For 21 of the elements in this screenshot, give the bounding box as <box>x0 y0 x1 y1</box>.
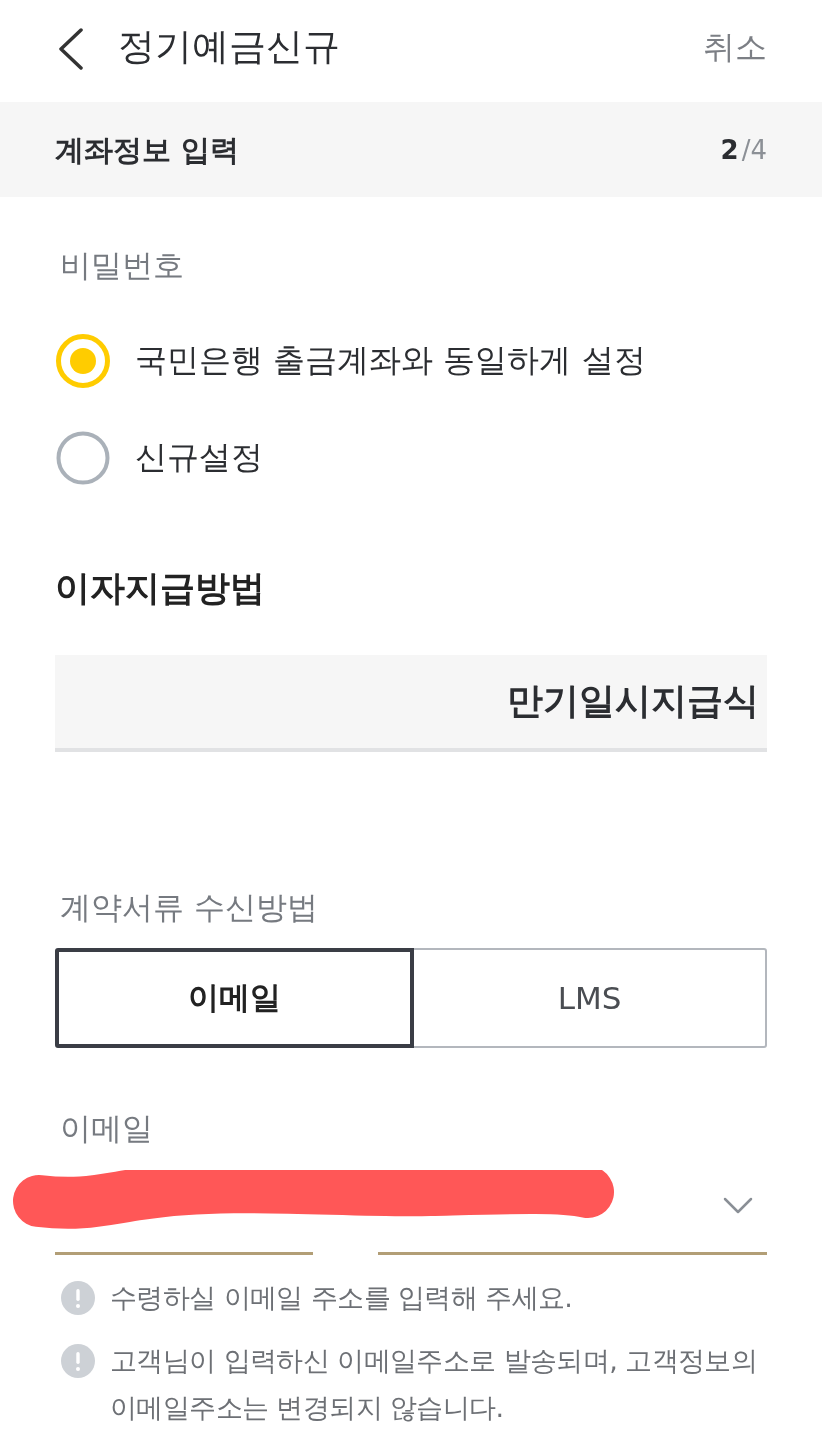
section-label: 비밀번호 <box>59 246 184 285</box>
section-heading: 이자지급방법 <box>55 567 265 610</box>
segment-tab[interactable]: LMS <box>412 948 767 1048</box>
cancel-button[interactable]: 취소 <box>703 26 767 68</box>
radio-option[interactable]: 국민은행 출금계좌와 동일하게 설정 <box>55 326 646 396</box>
chevron-down-icon <box>723 1197 753 1215</box>
help-text: 수령하실 이메일 주소를 입력해 주세요. <box>110 1281 574 1315</box>
interest-method-select[interactable]: 만기일시지급식 <box>55 655 767 752</box>
exclamation-icon <box>61 1344 95 1378</box>
exclamation-icon <box>61 1281 95 1315</box>
field-label: 이메일 <box>59 1109 153 1148</box>
radio-icon[interactable] <box>55 430 111 486</box>
radio-icon[interactable] <box>55 333 111 389</box>
step-counter: 2/4 <box>720 133 767 167</box>
page-title: 정기예금신규 <box>118 24 340 70</box>
segment-tab[interactable]: 이메일 <box>55 948 414 1048</box>
back-icon[interactable] <box>58 28 84 70</box>
step-title: 계좌정보 입력 <box>55 131 240 169</box>
section-label: 계약서류 수신방법 <box>59 888 318 927</box>
help-text: 고객님이 입력하신 이메일주소로 발송되며, 고객정보의 이메일주소는 변경되지 않습니다. <box>110 1344 759 1425</box>
radio-option[interactable]: 신규설정 <box>55 423 263 493</box>
